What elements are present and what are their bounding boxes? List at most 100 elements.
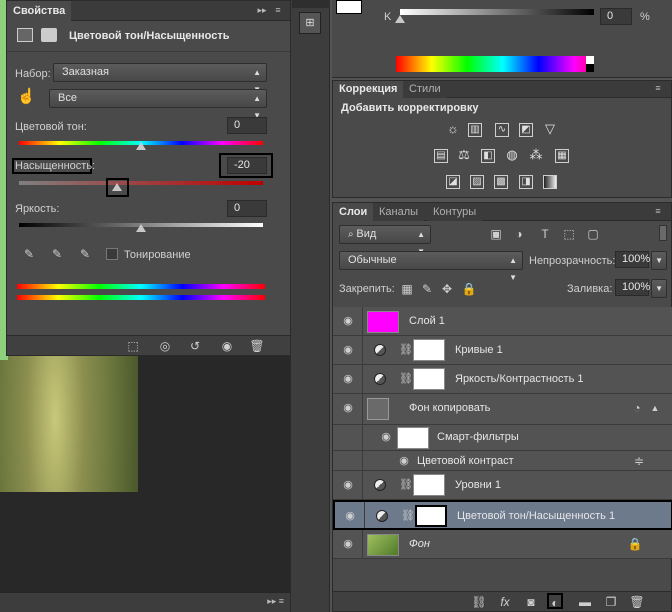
clip-to-layer-icon[interactable]: ⬚ [125,338,141,354]
layer-row[interactable]: ◉ ⛓ Кривые 1 [333,336,672,365]
new-adjustment-icon[interactable]: ◐ [547,593,563,610]
filter-mask[interactable] [397,427,429,449]
eye-icon[interactable]: ◉ [341,478,355,492]
colorize-checkbox[interactable] [106,248,118,260]
layer-name[interactable]: Яркость/Контрастность 1 [455,373,584,385]
layer-mask[interactable] [415,505,447,527]
invert-icon[interactable]: ◪ [446,175,460,189]
filter-options-icon[interactable]: ≑ [631,453,647,469]
saturation-input[interactable]: -20 [227,157,267,174]
k-input[interactable]: 0 [600,8,632,25]
tab-styles[interactable]: Стили [403,81,447,98]
layer-name[interactable]: Фон копировать [409,402,490,414]
photo-filter-icon[interactable]: ◍ [505,148,519,163]
hue-input[interactable]: 0 [227,117,267,134]
lock-pixels-icon[interactable]: ✎ [419,281,435,297]
panel-menu-icon[interactable]: ≡ [651,82,665,94]
k-slider-thumb[interactable] [395,15,405,23]
tab-paths[interactable]: Контуры [427,203,483,221]
layer-name[interactable]: Слой 1 [409,315,445,327]
link-icon[interactable]: ⛓ [399,478,413,491]
filter-adjustment-icon[interactable]: ◑ [511,226,527,242]
link-icon[interactable]: ⛓ [401,509,415,522]
panel-menu-icon[interactable]: ≡ [651,205,665,217]
layer-name[interactable]: Цветовой тон/Насыщенность 1 [457,510,615,522]
layer-row[interactable]: ◉ ⛓ Уровни 1 [333,471,672,500]
color-lookup-icon[interactable]: ▦ [555,149,569,163]
view-previous-icon[interactable]: ◎ [157,338,173,354]
layer-row[interactable]: ◉ Фон 🔒 [333,530,672,559]
tab-adjustments[interactable]: Коррекция [333,81,404,98]
white-swatch[interactable] [586,56,594,64]
tab-layers[interactable]: Слои [333,203,374,221]
filter-toggle[interactable] [659,225,667,241]
visibility-icon[interactable]: ◉ [219,338,235,354]
layer-name[interactable]: Смарт-фильтры [437,431,519,443]
blend-mode-select[interactable]: Обычные ▲ ▼ [339,251,523,282]
fx-icon[interactable]: fx [497,594,513,610]
saturation-slider-track[interactable] [19,181,263,185]
eye-icon[interactable]: ◉ [343,509,357,523]
eyedropper-minus-icon[interactable]: ✎ [77,246,93,262]
tab-channels[interactable]: Каналы [373,203,425,221]
target-hand-icon[interactable]: ☝ [17,89,36,105]
eye-icon[interactable]: ◉ [341,372,355,386]
trash-icon[interactable]: 🗑 [249,338,265,354]
collapse-icon[interactable]: ▸▸ [255,4,269,16]
eye-icon[interactable]: ◉ [341,314,355,328]
lightness-input[interactable]: 0 [227,200,267,217]
hue-slider-thumb[interactable] [136,142,146,150]
adjustment-icon[interactable] [17,28,33,42]
layer-name[interactable]: Фон [409,538,430,550]
new-group-icon[interactable]: ▬ [577,594,593,610]
layer-name[interactable]: Уровни 1 [455,479,501,491]
eye-icon[interactable]: ◉ [379,430,393,444]
filter-type-icon[interactable]: T [537,226,553,242]
layer-row-selected[interactable]: ◉ ⛓ Цветовой тон/Насыщенность 1 [333,500,672,530]
link-layers-icon[interactable]: ⛓ [471,594,487,610]
new-layer-icon[interactable]: ❐ [603,594,619,610]
properties-toggle-icon[interactable]: ⊞ [299,12,321,34]
layer-row[interactable]: ◉ Слой 1 [333,307,672,336]
layer-row[interactable]: ◉ Смарт-фильтры [333,425,672,451]
eyedropper-icon[interactable]: ✎ [21,246,37,262]
layer-row[interactable]: ◉ ⛓ Яркость/Контрастность 1 [333,365,672,394]
eye-icon[interactable]: ◉ [341,401,355,415]
black-swatch[interactable] [586,64,594,72]
layer-name[interactable]: Цветовой контраст [417,455,514,467]
opacity-input[interactable]: 100% [615,251,650,268]
lightness-slider-thumb[interactable] [136,224,146,232]
threshold-icon[interactable]: ▩ [494,175,508,189]
vibrance-icon[interactable]: ▽ [543,122,557,137]
filter-smart-icon[interactable]: ▢ [585,226,601,242]
color-balance-icon[interactable]: ⚖ [457,148,471,163]
panel-menu-icon[interactable]: ≡ [271,4,285,16]
lock-position-icon[interactable]: ✥ [439,281,455,297]
layer-row[interactable]: ◉ Цветовой контраст ≑ [333,451,672,471]
channel-select[interactable]: Все ▲ ▼ [49,89,267,120]
mask-icon[interactable] [41,28,57,42]
exposure-icon[interactable]: ◩ [519,123,533,137]
tab-properties[interactable]: Свойства [7,1,72,21]
add-mask-icon[interactable]: ◙ [523,594,539,610]
preset-select[interactable]: Заказная▲▼ [53,63,267,94]
eye-icon[interactable]: ◉ [341,343,355,357]
fill-input[interactable]: 100% [615,279,650,296]
layer-filter-select[interactable]: ⌕ Вид▲▼ [339,225,431,256]
fill-dropdown[interactable]: ▼ [651,279,667,298]
expand-icon[interactable]: ▲ [647,400,663,416]
layer-mask[interactable] [413,368,445,390]
foreground-swatch[interactable] [336,0,362,14]
k-slider-track[interactable] [400,9,594,15]
lock-transparent-icon[interactable]: ▦ [399,281,415,297]
brightness-icon[interactable]: ☼ [446,122,460,137]
link-icon[interactable]: ⛓ [399,343,413,356]
gradient-map-icon[interactable] [543,175,557,189]
panel-menu-icon[interactable]: ▸▸ ≡ [267,596,284,607]
link-icon[interactable]: ⛓ [399,372,413,385]
selective-color-icon[interactable]: ◨ [519,175,533,189]
opacity-dropdown[interactable]: ▼ [651,251,667,270]
filter-pixel-icon[interactable]: ▣ [488,226,504,242]
color-ramp[interactable] [396,56,592,72]
reset-icon[interactable]: ↺ [187,338,203,354]
